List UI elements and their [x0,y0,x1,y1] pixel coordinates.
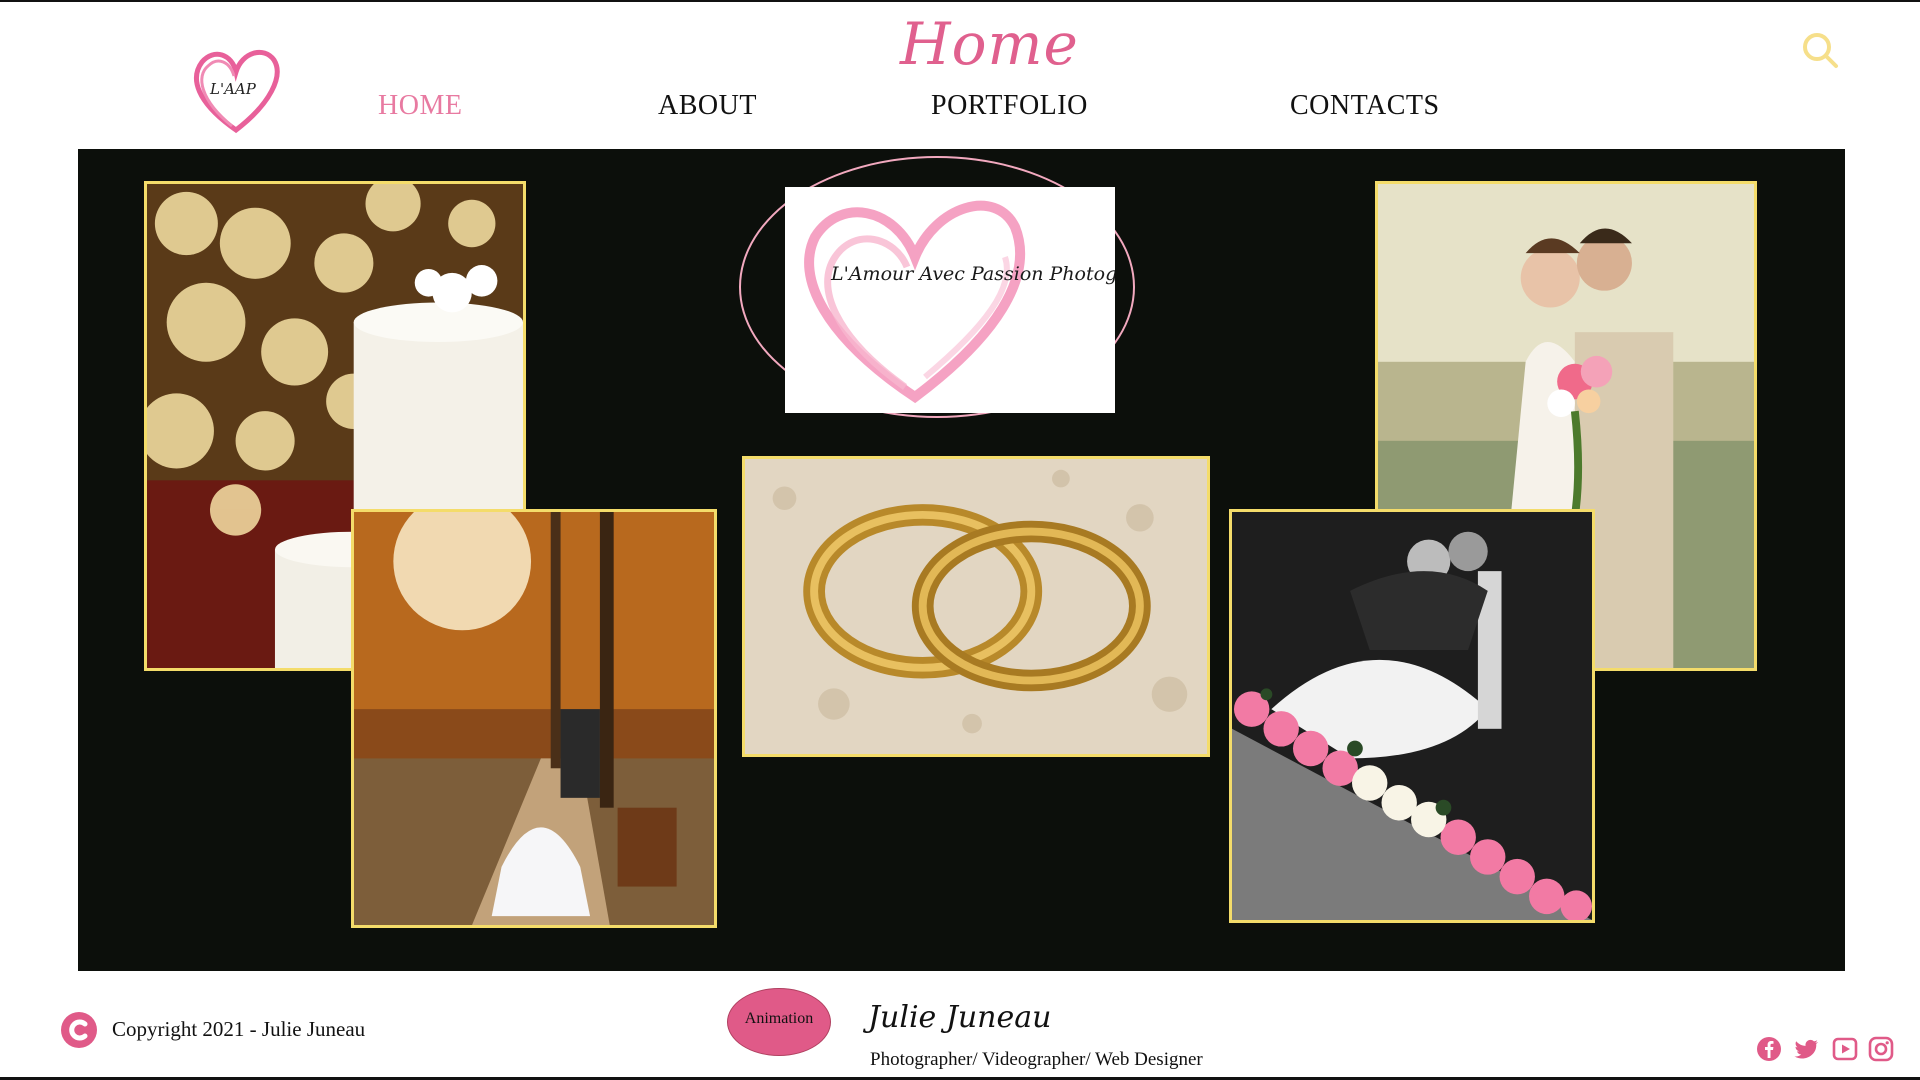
search-icon[interactable] [1800,30,1840,70]
page-title: Home [900,10,1079,78]
nav-about[interactable]: ABOUT [658,90,757,122]
top-border [0,0,1920,2]
animation-button[interactable]: Animation [727,988,831,1056]
signature-role: Photographer/ Videographer/ Web Designer [870,1049,1203,1070]
copyright-text: Copyright 2021 - Julie Juneau [112,1017,366,1041]
facebook-icon[interactable] [1756,1036,1782,1062]
twitter-icon[interactable] [1794,1036,1820,1062]
copyright-icon [60,1011,98,1049]
nav-portfolio[interactable]: PORTFOLIO [931,90,1088,122]
nav-home[interactable]: HOME [378,90,462,122]
brand-name: L'Amour Avec Passion Photography [831,263,1115,285]
instagram-icon[interactable] [1868,1036,1894,1062]
signature-name: Julie Juneau [868,1000,1052,1035]
brand-card[interactable]: L'Amour Avec Passion Photography [785,187,1115,413]
nav-contacts[interactable]: CONTACTS [1290,90,1440,122]
photo-wedding-rings[interactable] [742,456,1210,757]
svg-text:L'AAP: L'AAP [209,80,257,98]
photo-autumn-kiss[interactable] [351,509,717,928]
photo-black-white-dip[interactable] [1229,509,1595,923]
youtube-icon[interactable] [1832,1036,1858,1062]
site-logo[interactable]: L'AAP [186,42,286,138]
